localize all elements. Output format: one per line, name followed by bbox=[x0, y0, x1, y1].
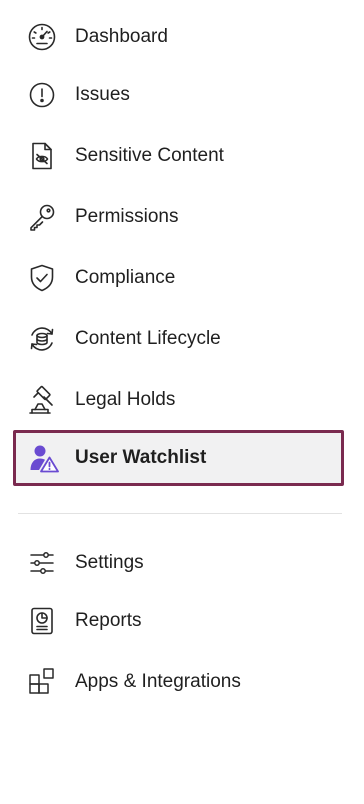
dashboard-icon bbox=[26, 21, 58, 53]
sidebar-item-label: Sensitive Content bbox=[75, 145, 224, 166]
sidebar-item-label: Apps & Integrations bbox=[75, 671, 241, 692]
sidebar-item-permissions[interactable]: Permissions bbox=[18, 192, 344, 242]
sidebar-item-issues[interactable]: Issues bbox=[18, 70, 344, 120]
sidebar-item-dashboard[interactable]: Dashboard bbox=[18, 12, 344, 62]
sidebar-item-content-lifecycle[interactable]: Content Lifecycle bbox=[18, 314, 344, 364]
sidebar-item-label: Reports bbox=[75, 610, 142, 631]
sidebar-item-label: Settings bbox=[75, 552, 144, 573]
sidebar-item-user-watchlist[interactable]: User Watchlist bbox=[13, 430, 344, 486]
sensitive-content-icon bbox=[26, 140, 58, 172]
sidebar-item-label: User Watchlist bbox=[75, 447, 207, 468]
shield-check-icon bbox=[26, 262, 58, 294]
sidebar-item-label: Legal Holds bbox=[75, 389, 176, 410]
divider bbox=[18, 513, 342, 514]
user-warning-icon bbox=[28, 442, 60, 474]
sidebar-item-sensitive-content[interactable]: Sensitive Content bbox=[18, 131, 344, 181]
apps-icon bbox=[26, 666, 58, 698]
sidebar-nav: Dashboard Issues Sensitive Content Permi… bbox=[0, 0, 364, 804]
sidebar-item-label: Permissions bbox=[75, 206, 179, 227]
key-icon bbox=[26, 201, 58, 233]
sidebar-item-apps-integrations[interactable]: Apps & Integrations bbox=[18, 657, 344, 707]
report-icon bbox=[26, 605, 58, 637]
sidebar-item-label: Compliance bbox=[75, 267, 176, 288]
sidebar-item-label: Content Lifecycle bbox=[75, 328, 221, 349]
sidebar-item-label: Dashboard bbox=[75, 26, 168, 47]
lifecycle-icon bbox=[26, 323, 58, 355]
gavel-icon bbox=[26, 384, 58, 416]
issues-icon bbox=[26, 79, 58, 111]
sidebar-item-compliance[interactable]: Compliance bbox=[18, 253, 344, 303]
sidebar-item-reports[interactable]: Reports bbox=[18, 596, 344, 646]
sidebar-item-legal-holds[interactable]: Legal Holds bbox=[18, 375, 344, 425]
sidebar-item-label: Issues bbox=[75, 84, 130, 105]
sliders-icon bbox=[26, 547, 58, 579]
sidebar-item-settings[interactable]: Settings bbox=[18, 538, 344, 588]
